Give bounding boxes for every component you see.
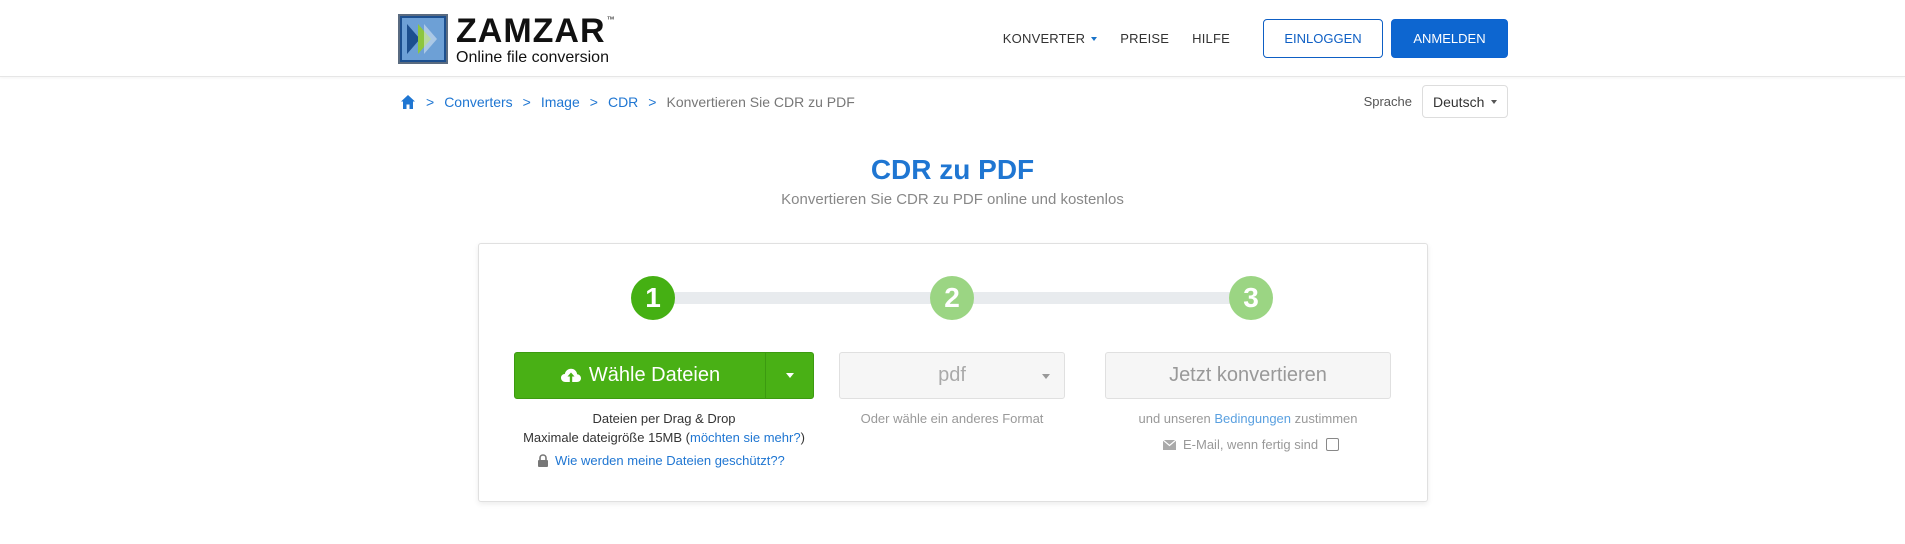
max-filesize-text: Maximale dateigröße 15MB (möchten sie me… bbox=[523, 430, 805, 445]
format-select[interactable]: pdf bbox=[839, 352, 1065, 399]
upload-source-dropdown[interactable] bbox=[765, 353, 814, 398]
breadcrumb-separator: > bbox=[522, 94, 531, 110]
brand-name: ZAMZAR ™ bbox=[456, 12, 616, 50]
convert-now-button[interactable]: Jetzt konvertieren bbox=[1105, 352, 1391, 399]
page-subtitle: Konvertieren Sie CDR zu PDF online und k… bbox=[781, 191, 1124, 208]
nav-prices-link[interactable]: PREISE bbox=[1120, 31, 1169, 46]
file-protection-label: Wie werden meine Dateien geschützt?? bbox=[555, 453, 785, 468]
language-value: Deutsch bbox=[1433, 93, 1485, 110]
cloud-upload-icon bbox=[560, 368, 581, 384]
language-label: Sprache bbox=[1363, 94, 1412, 109]
home-icon[interactable] bbox=[400, 94, 416, 110]
trademark: ™ bbox=[606, 15, 616, 24]
step-2-indicator: 2 bbox=[930, 276, 974, 320]
breadcrumb-separator: > bbox=[589, 94, 598, 110]
zamzar-logo[interactable]: ZAMZAR ™ Online file conversion bbox=[398, 12, 616, 66]
nav-converter-dropdown[interactable]: KONVERTER bbox=[1002, 31, 1098, 46]
email-notify-label: E-Mail, wenn fertig sind bbox=[1183, 437, 1319, 452]
nav-help-link[interactable]: HILFE bbox=[1192, 31, 1230, 46]
file-protection-link[interactable]: Wie werden meine Dateien geschützt?? bbox=[537, 453, 785, 468]
brand-tagline: Online file conversion bbox=[456, 49, 609, 66]
drag-drop-hint: Dateien per Drag & Drop bbox=[592, 411, 736, 426]
step-1-indicator: 1 bbox=[631, 276, 675, 320]
chevron-down-icon bbox=[786, 373, 794, 378]
terms-text: und unseren Bedingungen zustimmen bbox=[1138, 411, 1358, 426]
main-nav: KONVERTER PREISE HILFE EINLOGGEN ANMELDE… bbox=[1003, 19, 1508, 58]
login-button[interactable]: EINLOGGEN bbox=[1263, 19, 1383, 58]
lock-icon bbox=[538, 454, 548, 467]
nav-converter-label: KONVERTER bbox=[1002, 31, 1086, 46]
choose-files-button-group: Wähle Dateien bbox=[514, 352, 814, 399]
chevron-down-icon bbox=[1042, 374, 1050, 379]
site-header: ZAMZAR ™ Online file conversion KONVERTER… bbox=[0, 0, 1905, 77]
choose-files-label: Wähle Dateien bbox=[588, 364, 721, 386]
email-notify-row: E-Mail, wenn fertig sind bbox=[1163, 437, 1340, 452]
breadcrumb-converters[interactable]: Converters bbox=[444, 94, 512, 110]
want-more-link[interactable]: möchten sie mehr? bbox=[690, 430, 801, 445]
page-title: CDR zu PDF bbox=[870, 154, 1035, 185]
breadcrumb-current: Konvertieren Sie CDR zu PDF bbox=[666, 94, 855, 110]
zamzar-logo-icon bbox=[398, 14, 448, 64]
language-picker: Sprache Deutsch bbox=[1364, 85, 1508, 118]
email-notify-checkbox[interactable] bbox=[1326, 438, 1340, 451]
mail-icon bbox=[1163, 439, 1176, 450]
step-3-indicator: 3 bbox=[1229, 276, 1273, 320]
logo-text: ZAMZAR ™ Online file conversion bbox=[456, 12, 616, 66]
breadcrumb-cdr[interactable]: CDR bbox=[608, 94, 638, 110]
chevron-down-icon bbox=[1491, 100, 1497, 104]
format-hint: Oder wähle ein anderes Format bbox=[860, 411, 1044, 426]
choose-files-button[interactable]: Wähle Dateien bbox=[515, 353, 765, 398]
signup-button[interactable]: ANMELDEN bbox=[1391, 19, 1508, 58]
breadcrumb-image[interactable]: Image bbox=[541, 94, 580, 110]
terms-link[interactable]: Bedingungen bbox=[1214, 411, 1291, 426]
breadcrumb: > Converters > Image > CDR > Konvertiere… bbox=[400, 94, 855, 110]
chevron-down-icon bbox=[1091, 36, 1098, 41]
language-select[interactable]: Deutsch bbox=[1422, 85, 1508, 118]
format-value: pdf bbox=[938, 364, 966, 386]
breadcrumb-separator: > bbox=[648, 94, 657, 110]
breadcrumb-separator: > bbox=[426, 94, 435, 110]
